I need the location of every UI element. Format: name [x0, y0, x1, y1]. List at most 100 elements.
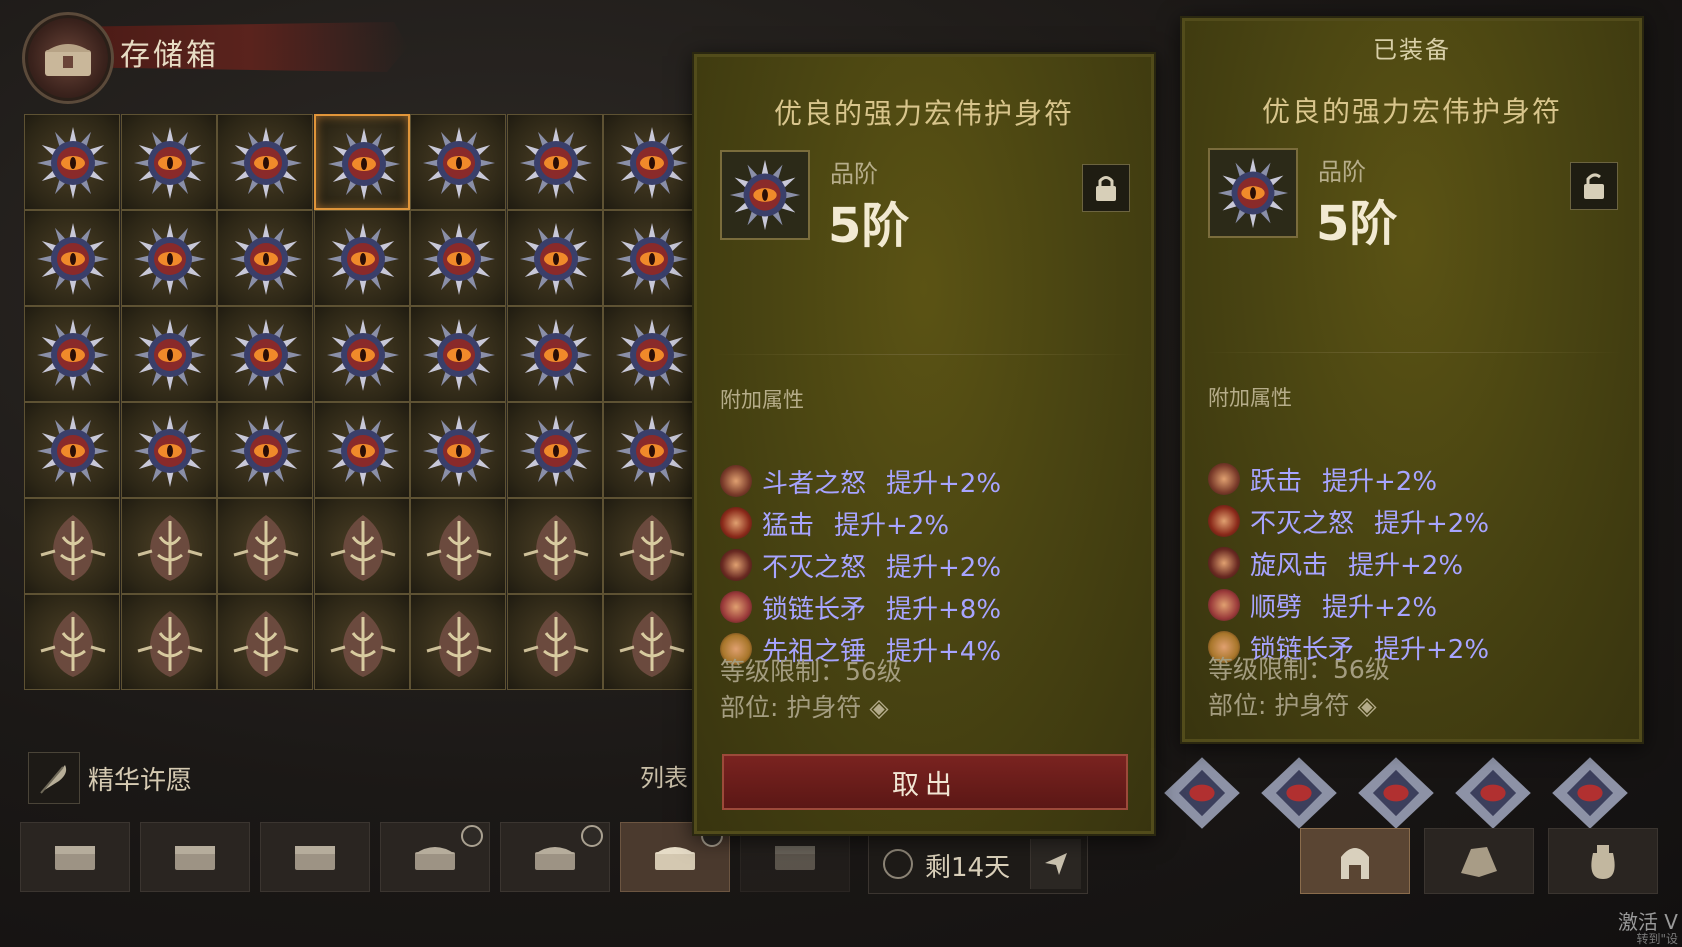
equipped-amulet-slot[interactable] — [1257, 750, 1341, 836]
stash-slot[interactable] — [120, 210, 217, 306]
stash-slot[interactable] — [410, 402, 506, 498]
equipped-item-icon — [1208, 148, 1298, 238]
affix-skill-name: 猛击 — [762, 510, 815, 541]
stash-slot[interactable] — [506, 210, 603, 306]
stash-slot[interactable] — [506, 402, 603, 498]
totem-icon — [619, 515, 685, 581]
affix-row: 跃击 提升+2% — [1208, 462, 1437, 497]
stash-grid — [24, 114, 700, 726]
stash-slot[interactable] — [506, 498, 603, 594]
affix-bonus: 提升+2% — [1374, 508, 1490, 539]
stash-tab-5[interactable] — [500, 822, 610, 892]
send-arrow-icon — [1045, 853, 1067, 875]
affix-bonus: 提升+2% — [1348, 550, 1464, 581]
stash-slot[interactable] — [217, 402, 313, 498]
stash-slot[interactable] — [410, 114, 506, 210]
amulet-icon — [326, 415, 399, 487]
totem-icon — [137, 515, 202, 581]
stash-slot[interactable] — [603, 210, 699, 306]
stash-slot[interactable] — [313, 306, 410, 402]
stash-slot[interactable] — [120, 594, 217, 690]
stash-slot[interactable] — [24, 594, 120, 690]
stash-slot[interactable] — [313, 594, 410, 690]
stash-slot[interactable] — [603, 594, 699, 690]
stash-slot[interactable] — [217, 306, 313, 402]
affix-skill-name: 不灭之怒 — [762, 552, 867, 583]
stash-slot[interactable] — [410, 594, 506, 690]
amulet-icon — [37, 415, 109, 487]
stash-slot[interactable] — [313, 210, 410, 306]
stash-slot[interactable] — [24, 114, 120, 210]
page-title: 存储箱 — [120, 38, 219, 73]
stash-slot[interactable] — [120, 402, 217, 498]
stash-slot[interactable] — [410, 498, 506, 594]
amulet-icon — [133, 127, 206, 199]
stash-slot[interactable] — [603, 498, 699, 594]
chest-emblem-icon — [22, 12, 114, 104]
amulet-icon — [37, 127, 109, 199]
lock-icon — [1096, 176, 1116, 201]
lock-button[interactable] — [1082, 164, 1130, 212]
list-label[interactable]: 列表 — [640, 758, 688, 793]
amulet-slot-icon: ◈ — [1357, 691, 1377, 720]
take-out-button[interactable]: 取出 — [722, 754, 1128, 810]
equipped-amulet-slot[interactable] — [1160, 750, 1244, 836]
stash-slot[interactable] — [313, 402, 410, 498]
stash-slot[interactable] — [313, 498, 410, 594]
stash-slot[interactable] — [603, 402, 699, 498]
amulet-icon — [133, 319, 206, 391]
level-requirement: 等级限制：56级 — [1208, 655, 1390, 684]
essence-wish-button[interactable] — [28, 752, 80, 804]
affix-section-title: 附加属性 — [1208, 386, 1292, 410]
equipped-amulet-slot[interactable] — [1451, 750, 1535, 836]
stash-slot[interactable] — [24, 402, 120, 498]
amulet-icon — [519, 319, 592, 391]
stash-slot[interactable] — [217, 594, 313, 690]
totem-icon — [40, 611, 106, 677]
divider — [1202, 352, 1622, 353]
stash-slot[interactable] — [603, 114, 699, 210]
stash-slot[interactable] — [120, 498, 217, 594]
item-tooltip: 优良的强力宏伟护身符 品阶 5阶 附加属性 斗者之怒 提升+2% 猛击 提升+2% 不灭… — [692, 52, 1156, 836]
skill-icon — [720, 549, 752, 581]
stash-slot[interactable] — [217, 498, 313, 594]
stash-slot[interactable] — [217, 210, 313, 306]
materials-tab[interactable] — [1424, 828, 1534, 894]
level-requirement: 等级限制：56级 — [720, 657, 902, 686]
stash-tab-1[interactable] — [20, 822, 130, 892]
stash-tab-3[interactable] — [260, 822, 370, 892]
stash-slot[interactable] — [120, 306, 217, 402]
item-name: 优良的强力宏伟护身符 — [773, 97, 1074, 130]
equipped-header: 已装备 — [1373, 36, 1451, 64]
stash-slot[interactable] — [120, 114, 217, 210]
stash-slot[interactable] — [603, 306, 699, 402]
equipment-tab[interactable] — [1300, 828, 1410, 894]
affix-skill-name: 顺劈 — [1250, 592, 1303, 623]
amulet-icon — [423, 223, 495, 295]
amulet-icon — [519, 127, 592, 199]
unlock-button[interactable] — [1570, 162, 1618, 210]
stash-tab-4[interactable] — [380, 822, 490, 892]
days-remaining: 剩14天 — [925, 853, 1011, 883]
stash-slot[interactable] — [506, 306, 603, 402]
stash-slot[interactable] — [24, 498, 120, 594]
divider — [714, 354, 1134, 355]
item-slot: 部位: 护身符 ◈ — [720, 688, 889, 724]
stash-tab-2[interactable] — [140, 822, 250, 892]
stash-slot[interactable] — [24, 210, 120, 306]
equipped-amulet-slot[interactable] — [1354, 750, 1438, 836]
stash-slot[interactable] — [506, 114, 603, 210]
affix-bonus: 提升+2% — [1322, 592, 1438, 623]
stash-slot[interactable] — [506, 594, 603, 690]
send-button[interactable] — [1030, 839, 1081, 889]
pouch-tab[interactable] — [1548, 828, 1658, 894]
skill-icon — [1208, 547, 1240, 579]
stash-slot[interactable] — [313, 114, 410, 210]
amulet-icon — [1358, 757, 1434, 829]
stash-slot[interactable] — [24, 306, 120, 402]
stash-slot[interactable] — [217, 114, 313, 210]
stash-slot[interactable] — [410, 210, 506, 306]
clock-icon — [883, 849, 913, 879]
equipped-amulet-slot[interactable] — [1548, 750, 1632, 836]
stash-slot[interactable] — [410, 306, 506, 402]
